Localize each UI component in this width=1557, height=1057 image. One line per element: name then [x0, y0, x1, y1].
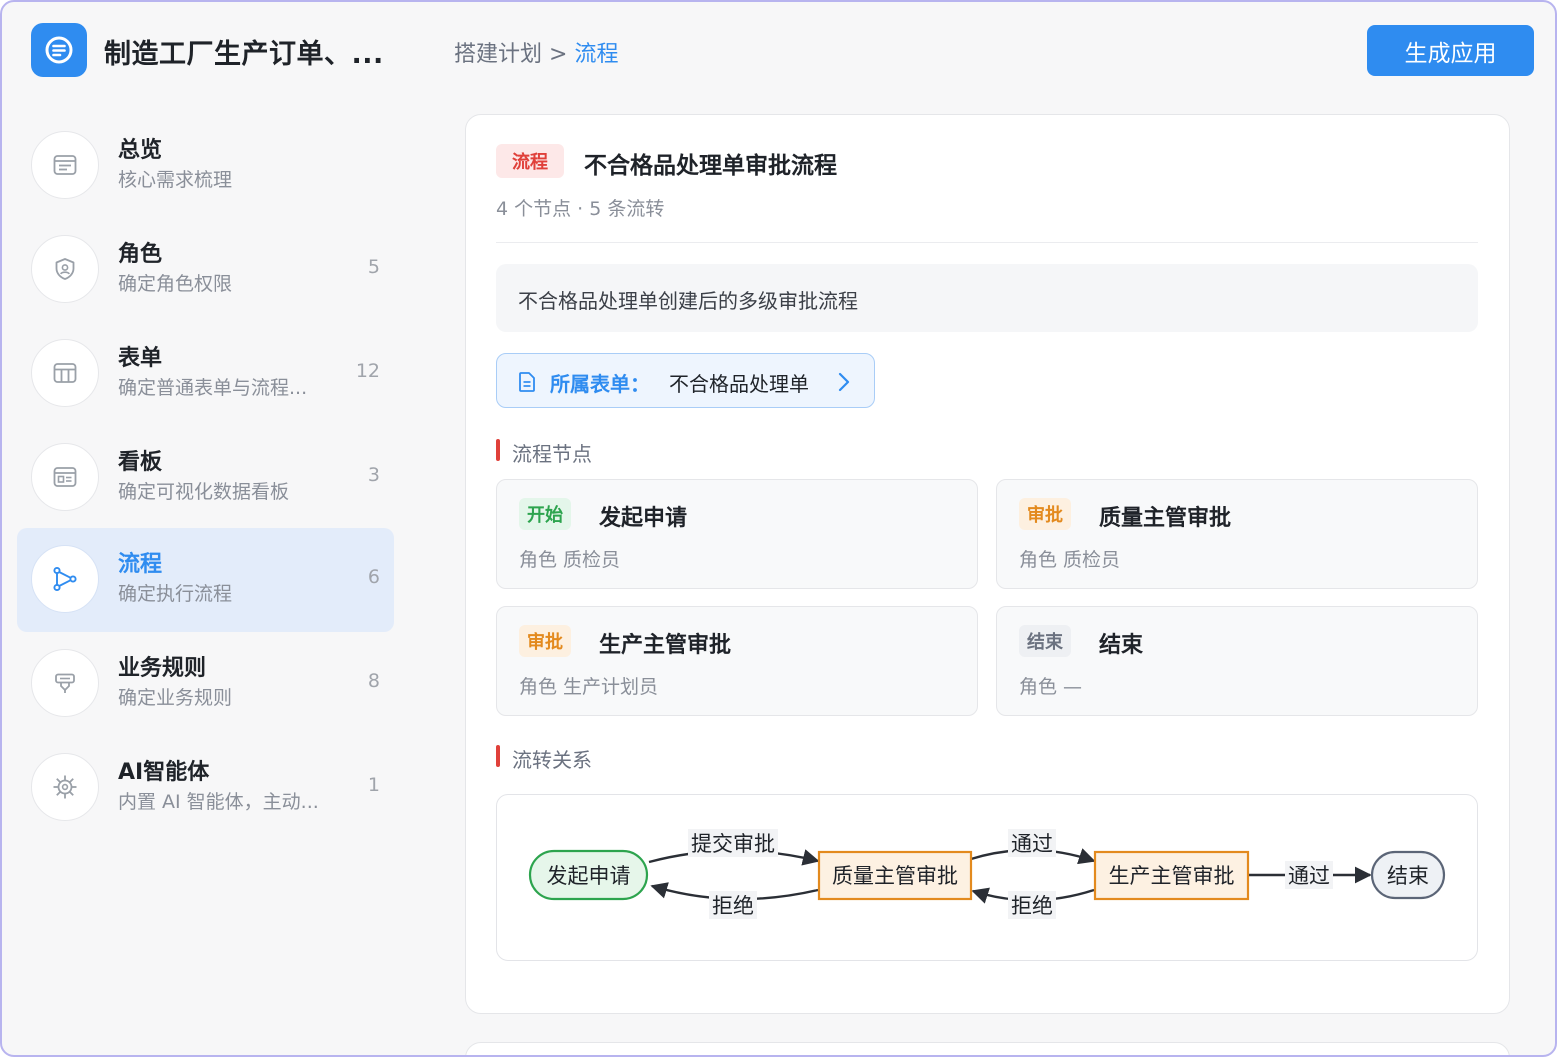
overview-icon — [53, 155, 77, 175]
flow-diagram: 提交审批 拒绝 通过 拒绝 通过 发起申请 质量主管审批 生产主管审批 结束 — [496, 794, 1478, 961]
sidebar-item-roles[interactable]: 角色 确定角色权限 5 — [17, 218, 394, 322]
sidebar-item-agents[interactable]: AI智能体 内置 AI 智能体，主动... 1 — [17, 736, 394, 840]
node-name: 生产主管审批 — [599, 633, 732, 658]
section-accent-bar — [496, 745, 500, 767]
sidebar-item-overview[interactable]: 总览 核心需求梳理 — [17, 114, 394, 218]
breadcrumb-parent[interactable]: 搭建计划 — [454, 42, 542, 67]
breadcrumb-separator: > — [549, 42, 568, 67]
flow-type-tag: 流程 — [496, 144, 564, 178]
flow-meta: 4 个节点 · 5 条流转 — [496, 198, 665, 220]
section-title: 流转关系 — [512, 748, 592, 772]
sidebar-item-subtitle: 确定普通表单与流程... — [118, 377, 308, 399]
sidebar-item-subtitle: 确定角色权限 — [118, 273, 233, 295]
parent-form-link[interactable]: 所属表单： 不合格品处理单 — [496, 353, 875, 408]
nav-icon-wrap — [31, 339, 99, 407]
parent-form-label: 所属表单： — [550, 372, 650, 396]
flow-description-box: 不合格品处理单创建后的多级审批流程 — [496, 264, 1478, 332]
edge-label-pass-1: 通过 — [1011, 832, 1053, 856]
node-type-tag: 审批 — [1019, 498, 1071, 530]
sidebar-item-count: 8 — [367, 670, 380, 692]
flow-node-card[interactable]: 审批 生产主管审批 角色 生产计划员 — [496, 606, 978, 716]
parent-form-value: 不合格品处理单 — [669, 372, 809, 396]
node-role: 角色 — — [1019, 676, 1083, 698]
sidebar-item-count: 3 — [367, 464, 380, 486]
diagram-node-label: 质量主管审批 — [832, 864, 958, 888]
sidebar-item-subtitle: 内置 AI 智能体，主动... — [118, 791, 319, 813]
table-icon — [53, 363, 77, 383]
sidebar-item-subtitle: 确定执行流程 — [118, 583, 233, 605]
node-name: 结束 — [1099, 633, 1144, 658]
section-title: 流程节点 — [512, 442, 592, 466]
node-name: 发起申请 — [599, 506, 688, 531]
sidebar-item-title: 业务规则 — [118, 656, 207, 681]
sidebar-item-subtitle: 确定业务规则 — [118, 687, 233, 709]
nav-icon-wrap — [31, 649, 99, 717]
dashboard-icon — [53, 467, 77, 487]
sidebar-item-count: 6 — [367, 566, 380, 588]
flow-title: 不合格品处理单审批流程 — [584, 153, 837, 179]
node-type-tag: 开始 — [519, 498, 571, 530]
sidebar-item-title: AI智能体 — [118, 760, 210, 785]
sidebar-item-count: 5 — [367, 256, 380, 278]
nav-icon-wrap — [31, 131, 99, 199]
node-role: 角色 生产计划员 — [519, 676, 659, 698]
next-card-edge — [465, 1042, 1510, 1055]
nav-icon-wrap — [31, 443, 99, 511]
sidebar-item-rules[interactable]: 业务规则 确定业务规则 8 — [17, 632, 394, 736]
sidebar-item-title: 流程 — [118, 552, 163, 577]
diagram-node-label: 生产主管审批 — [1109, 864, 1235, 888]
node-role: 角色 质检员 — [519, 549, 621, 571]
sidebar-item-count: 1 — [367, 774, 380, 796]
flow-diagram-svg: 提交审批 拒绝 通过 拒绝 通过 发起申请 质量主管审批 生产主管审批 结束 — [528, 829, 1446, 919]
app-title: 制造工厂生产订单、... — [104, 39, 384, 70]
nav-icon-wrap — [31, 545, 99, 613]
generate-app-button[interactable]: 生成应用 — [1367, 25, 1534, 76]
sidebar-item-title: 总览 — [118, 138, 163, 163]
document-icon — [519, 372, 535, 392]
sidebar-item-flows[interactable]: 流程 确定执行流程 6 — [17, 528, 394, 632]
chevron-right-icon — [838, 372, 850, 392]
nav-icon-wrap — [31, 753, 99, 821]
ai-agent-icon — [53, 775, 77, 799]
sidebar-item-title: 角色 — [118, 242, 163, 267]
app-logo — [31, 23, 87, 77]
sidebar-item-title: 看板 — [118, 450, 163, 475]
flow-node-card[interactable]: 审批 质量主管审批 角色 质检员 — [996, 479, 1478, 589]
diagram-node-label: 发起申请 — [547, 864, 631, 888]
edge-label-reject-1: 拒绝 — [712, 894, 754, 918]
sidebar-item-subtitle: 确定可视化数据看板 — [118, 481, 290, 503]
node-type-tag: 审批 — [519, 625, 571, 657]
sidebar-item-title: 表单 — [118, 346, 163, 371]
flow-description: 不合格品处理单创建后的多级审批流程 — [518, 289, 858, 313]
section-accent-bar — [496, 439, 500, 461]
flow-icon — [53, 566, 77, 592]
edge-label-submit: 提交审批 — [691, 832, 775, 856]
flow-node-card[interactable]: 开始 发起申请 角色 质检员 — [496, 479, 978, 589]
diagram-node-label: 结束 — [1387, 864, 1429, 888]
sidebar-item-dashboards[interactable]: 看板 确定可视化数据看板 3 — [17, 426, 394, 530]
sidebar-item-forms[interactable]: 表单 确定普通表单与流程... 12 — [17, 322, 394, 426]
app-window: 制造工厂生产订单、... 搭建计划 > 流程 生成应用 总览 核心需求梳理 角色 — [0, 0, 1557, 1057]
rule-icon — [55, 673, 75, 693]
nav-icon-wrap — [31, 235, 99, 303]
node-type-tag: 结束 — [1019, 625, 1071, 657]
flow-node-card[interactable]: 结束 结束 角色 — — [996, 606, 1478, 716]
document-list-icon — [45, 36, 73, 64]
breadcrumb: 搭建计划 > 流程 — [454, 36, 618, 68]
node-name: 质量主管审批 — [1099, 506, 1232, 531]
sidebar-item-count: 12 — [355, 360, 380, 382]
sidebar-item-subtitle: 核心需求梳理 — [118, 169, 233, 191]
edge-label-reject-2: 拒绝 — [1011, 894, 1053, 918]
breadcrumb-current: 流程 — [574, 42, 619, 67]
node-role: 角色 质检员 — [1019, 549, 1121, 571]
role-shield-icon — [55, 258, 75, 280]
edge-label-pass-2: 通过 — [1288, 864, 1330, 888]
divider — [496, 242, 1478, 243]
